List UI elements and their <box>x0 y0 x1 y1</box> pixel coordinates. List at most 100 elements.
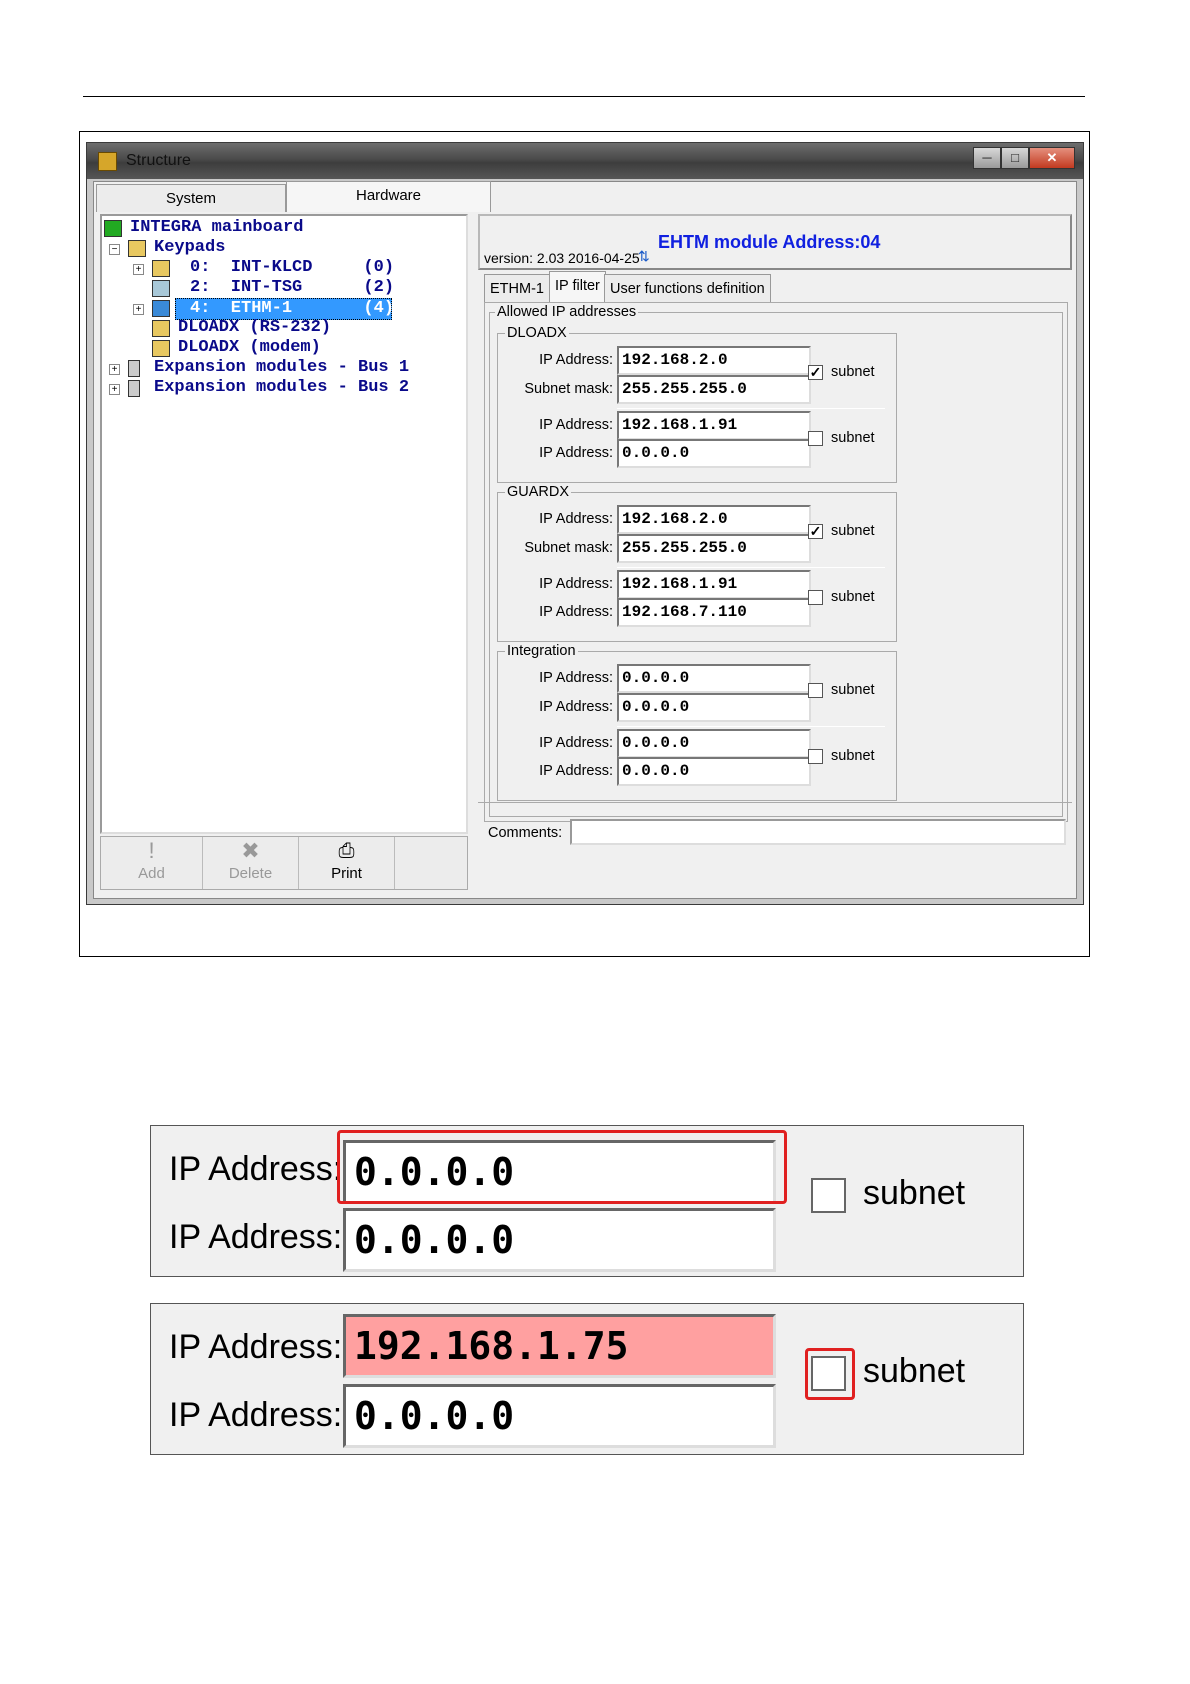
subnet-checkbox[interactable] <box>808 749 823 764</box>
tree-item-mainboard[interactable]: INTEGRA mainboard <box>130 218 303 238</box>
network-module-icon <box>152 300 170 317</box>
zoom-label: IP Address: <box>169 1396 343 1434</box>
add-icon: ! <box>148 838 155 863</box>
refresh-icon[interactable]: ⇅ <box>638 248 650 265</box>
subnet-checkbox[interactable]: ✓ <box>808 365 823 380</box>
delete-icon: ✖ <box>241 838 260 863</box>
comments-area: Comments: <box>478 802 1072 890</box>
mainboard-icon <box>104 220 122 237</box>
field-label: Subnet mask: <box>524 540 613 556</box>
subnet-mask-input[interactable]: 255.255.255.0 <box>617 534 811 563</box>
ip-address-input[interactable]: 192.168.1.91 <box>617 411 811 440</box>
field-label: IP Address: <box>539 576 613 592</box>
subnet-mask-input[interactable]: 255.255.255.0 <box>617 375 811 404</box>
add-label: Add <box>138 865 165 882</box>
ip-filter-page: Allowed IP addresses DLOADX IP Address: … <box>484 302 1068 822</box>
expand-icon[interactable]: + <box>133 304 144 315</box>
module-header: version: 2.03 2016-04-25 ⇅ EHTM module A… <box>478 214 1072 270</box>
tree-item-ethm1[interactable]: 4: ETHM-1 (4) <box>175 298 394 320</box>
separator <box>617 408 885 409</box>
tree-item-keypads[interactable]: Keypads <box>154 238 225 258</box>
ip-address-input[interactable]: 192.168.7.110 <box>617 598 811 627</box>
subnet-label: subnet <box>831 589 875 605</box>
delete-button[interactable]: ✖ Delete <box>203 837 299 889</box>
zoom-panel-2: IP Address: 192.168.1.75 IP Address: 0.0… <box>150 1303 1024 1455</box>
bus-icon <box>128 380 140 397</box>
zoom-label: IP Address: <box>169 1328 343 1366</box>
field-label: IP Address: <box>539 735 613 751</box>
structure-window: Structure ─ □ ✕ System Hardware INTEGRA … <box>86 142 1084 905</box>
delete-label: Delete <box>228 865 273 882</box>
print-label: Print <box>331 865 362 882</box>
field-label: IP Address: <box>539 670 613 686</box>
ip-address-input[interactable]: 0.0.0.0 <box>617 439 811 468</box>
field-label: IP Address: <box>539 604 613 620</box>
bus-icon <box>128 360 140 377</box>
page-rule <box>83 96 1085 97</box>
expand-icon[interactable]: + <box>109 364 120 375</box>
comments-label: Comments: <box>488 825 563 841</box>
zoom-ip-input-error[interactable]: 192.168.1.75 <box>343 1314 776 1378</box>
ip-address-input[interactable]: 0.0.0.0 <box>617 757 811 786</box>
allowed-ip-label: Allowed IP addresses <box>495 304 639 320</box>
module-title: EHTM module Address:04 <box>658 232 881 252</box>
app-icon <box>98 152 117 171</box>
highlight-box <box>337 1130 787 1204</box>
ip-address-input[interactable]: 192.168.1.91 <box>617 570 811 599</box>
minimize-icon[interactable]: ─ <box>973 147 1001 169</box>
add-button[interactable]: ! Add <box>101 837 203 889</box>
title-bar[interactable]: Structure ─ □ ✕ <box>87 143 1083 179</box>
subnet-label: subnet <box>831 523 875 539</box>
ip-address-input[interactable]: 192.168.2.0 <box>617 505 811 534</box>
group-integration-label: Integration <box>505 643 578 659</box>
comments-input[interactable] <box>570 819 1066 845</box>
zoom-ip-input[interactable]: 0.0.0.0 <box>343 1384 776 1448</box>
zoom-panel-1: IP Address: 0.0.0.0 IP Address: 0.0.0.0 … <box>150 1125 1024 1277</box>
print-button[interactable]: ⎙ Print <box>299 837 395 889</box>
tree-item-int-klcd[interactable]: 0: INT-KLCD (0) <box>190 258 394 278</box>
tab-ethm1[interactable]: ETHM-1 <box>484 274 550 302</box>
zoom-subnet-checkbox[interactable] <box>811 1178 846 1213</box>
field-label: Subnet mask: <box>524 381 613 397</box>
tab-hardware[interactable]: Hardware <box>286 181 491 212</box>
maximize-icon[interactable]: □ <box>1001 147 1029 169</box>
ip-address-input[interactable]: 0.0.0.0 <box>617 729 811 758</box>
subnet-label: subnet <box>831 430 875 446</box>
subnet-label: subnet <box>831 748 875 764</box>
ip-address-input[interactable]: 192.168.2.0 <box>617 346 811 375</box>
ip-address-input[interactable]: 0.0.0.0 <box>617 664 811 693</box>
keypad-icon <box>152 260 170 277</box>
tree-item-bus1[interactable]: Expansion modules - Bus 1 <box>154 358 409 378</box>
subnet-checkbox[interactable] <box>808 683 823 698</box>
collapse-icon[interactable]: − <box>109 244 120 255</box>
hardware-tree[interactable]: INTEGRA mainboard − Keypads + 0: INT-KLC… <box>100 214 468 834</box>
touchscreen-icon <box>152 280 170 297</box>
close-icon[interactable]: ✕ <box>1029 147 1075 169</box>
tree-item-dloadx-rs232[interactable]: DLOADX (RS-232) <box>178 318 331 338</box>
field-label: IP Address: <box>539 352 613 368</box>
subnet-checkbox[interactable] <box>808 431 823 446</box>
top-tabs: System Hardware <box>96 181 506 212</box>
tree-item-dloadx-modem[interactable]: DLOADX (modem) <box>178 338 321 358</box>
group-guardx-label: GUARDX <box>505 484 572 500</box>
tree-item-bus2[interactable]: Expansion modules - Bus 2 <box>154 378 409 398</box>
dloadx-icon <box>152 320 170 337</box>
window-title: Structure <box>126 152 191 169</box>
expand-icon[interactable]: + <box>133 264 144 275</box>
expand-icon[interactable]: + <box>109 384 120 395</box>
field-label: IP Address: <box>539 417 613 433</box>
subnet-checkbox[interactable]: ✓ <box>808 524 823 539</box>
subnet-checkbox[interactable] <box>808 590 823 605</box>
window-controls: ─ □ ✕ <box>973 147 1075 169</box>
ip-address-input[interactable]: 0.0.0.0 <box>617 693 811 722</box>
tab-system[interactable]: System <box>96 184 286 212</box>
separator <box>617 726 885 727</box>
tab-ip-filter[interactable]: IP filter <box>549 271 606 302</box>
field-label: IP Address: <box>539 445 613 461</box>
zoom-subnet-label: subnet <box>863 1352 966 1390</box>
highlight-box <box>805 1348 855 1400</box>
field-label: IP Address: <box>539 511 613 527</box>
tab-user-functions[interactable]: User functions definition <box>604 274 771 302</box>
zoom-ip-input[interactable]: 0.0.0.0 <box>343 1208 776 1272</box>
tree-item-int-tsg[interactable]: 2: INT-TSG (2) <box>190 278 394 298</box>
